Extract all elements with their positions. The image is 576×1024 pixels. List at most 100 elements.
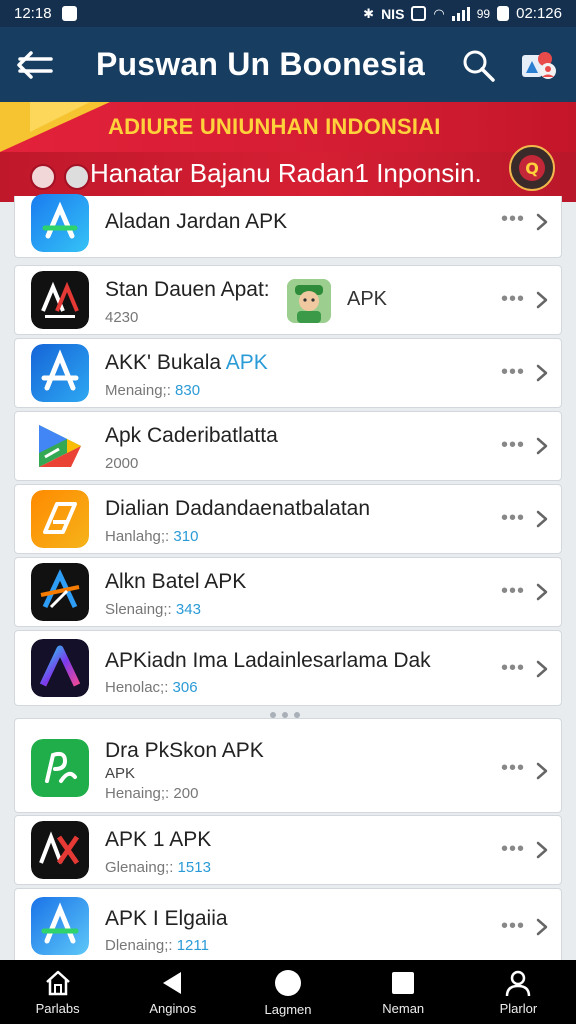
- mascot-icon: [287, 279, 331, 323]
- list-item[interactable]: Aladan Jardan APK •••: [14, 194, 562, 258]
- signal-icon: [451, 6, 470, 21]
- app-store-icon: [31, 194, 89, 252]
- app-name: Dra PkSkon APK: [105, 739, 264, 762]
- app-name: Stan Dauen Apat:: [105, 278, 270, 301]
- more-options-icon[interactable]: •••: [501, 580, 525, 603]
- app-meta-label: Hanlahg;:: [105, 528, 174, 545]
- banner-title: ADIURE UNIUNHAN INDONSIAI: [108, 114, 441, 139]
- chevron-right-icon: [536, 510, 548, 528]
- more-options-icon[interactable]: •••: [501, 757, 525, 780]
- app-name: APK 1 APK: [105, 828, 212, 851]
- app-meta-label: Dlenaing;:: [105, 937, 177, 954]
- nav-item-profile[interactable]: Plarlor: [461, 960, 576, 1024]
- chevron-right-icon: [536, 841, 548, 859]
- app-sub: APK: [105, 765, 136, 782]
- chevron-right-icon: [536, 291, 548, 309]
- more-options-icon[interactable]: •••: [501, 434, 525, 457]
- app-name: APK I Elgaiia: [105, 907, 228, 930]
- app-bar: Puswan Un Boonesia: [0, 27, 576, 102]
- list-item[interactable]: APK I Elgaiia Dlenaing;: 1211 •••: [14, 888, 562, 964]
- more-options-icon[interactable]: •••: [501, 657, 525, 680]
- more-options-icon[interactable]: •••: [501, 507, 525, 530]
- chevron-right-icon: [536, 364, 548, 382]
- app-meta-value: 306: [172, 679, 198, 696]
- banner-badge-icon: [64, 164, 90, 190]
- nav-item-home[interactable]: Parlabs: [0, 960, 115, 1024]
- more-options-icon[interactable]: •••: [501, 915, 525, 938]
- nav-label: Anginos: [149, 1000, 197, 1016]
- search-icon: [463, 50, 495, 82]
- chevron-right-icon: [536, 213, 548, 231]
- page-title: Puswan Un Boonesia: [96, 46, 425, 82]
- app-meta-label: Henolac;:: [105, 679, 173, 696]
- person-icon: [506, 970, 531, 996]
- profile-avatar-icon: [522, 52, 556, 79]
- app-logo-icon: [31, 639, 89, 697]
- app-meta: Slenaing;: 343: [105, 601, 201, 618]
- nav-item-back[interactable]: Anginos: [115, 960, 230, 1024]
- status-clock-right: 02:126: [516, 5, 562, 22]
- carrier-label: NIS: [381, 5, 405, 22]
- bluetooth-icon: ✱: [363, 6, 375, 21]
- nav-label: Lagmen: [264, 1001, 312, 1017]
- more-options-icon[interactable]: •••: [501, 838, 525, 861]
- app-meta: Henolac;: 306: [105, 679, 198, 696]
- play-store-icon: [31, 417, 89, 475]
- app-name: Dialian Dadandaenatbalatan: [105, 497, 371, 520]
- app-meta-label: 2000: [105, 455, 139, 472]
- battery-icon: [497, 6, 510, 21]
- app-logo-icon: [31, 271, 89, 329]
- list-item[interactable]: AKK' Bukala APK Menaing;: 830 •••: [14, 338, 562, 408]
- app-meta: Dlenaing;: 1211: [105, 937, 209, 954]
- app-meta: Glenaing;: 1513: [105, 859, 211, 876]
- nav-item-center[interactable]: Lagmen: [230, 960, 345, 1024]
- search-button[interactable]: [460, 47, 498, 85]
- battery-percent: 99: [476, 6, 491, 21]
- app-store-icon: [31, 897, 89, 955]
- app-meta-value: 1513: [177, 859, 211, 876]
- back-arrow-icon: [17, 50, 53, 79]
- list-item[interactable]: Stan Dauen Apat: 4230 APK •••: [14, 265, 562, 335]
- more-options-icon[interactable]: •••: [501, 288, 525, 311]
- app-meta: Hanlahg;: 310: [105, 528, 198, 545]
- list-item[interactable]: Alkn Batel APK Slenaing;: 343 •••: [14, 557, 562, 627]
- app-meta-label: Menaing;:: [105, 382, 176, 399]
- nav-item-recents[interactable]: Neman: [346, 960, 461, 1024]
- app-meta-value: 1211: [176, 937, 209, 954]
- profile-button[interactable]: [516, 43, 560, 87]
- nav-label: Neman: [382, 1000, 425, 1016]
- more-options-icon[interactable]: •••: [501, 361, 525, 384]
- chevron-right-icon: [536, 918, 548, 936]
- app-name: Apk Caderibatlatta: [105, 424, 278, 447]
- app-meta-value: 343: [175, 601, 201, 618]
- app-meta-label: Henaing;:: [105, 785, 174, 802]
- banner-subtitle: Hanatar Bajanu Radan1 Inponsin.: [90, 158, 482, 188]
- circle-home-icon: [275, 969, 301, 996]
- emblem-icon: Q: [509, 145, 555, 191]
- list-item[interactable]: APK 1 APK Glenaing;: 1513 •••: [14, 815, 562, 885]
- banner-badge-icon: [30, 164, 56, 190]
- nav-label: Parlabs: [35, 1000, 80, 1016]
- list-item[interactable]: Dra PkSkon APK APK Henaing;: 200 •••: [14, 718, 562, 813]
- app-name: AKK' Bukala APK: [105, 351, 268, 375]
- app-meta-label: 4230: [105, 309, 139, 326]
- square-recents-icon: [392, 971, 415, 994]
- promo-banner[interactable]: ADIURE UNIUNHAN INDONSIAI Hanatar Bajanu…: [0, 102, 576, 202]
- chevron-right-icon: [536, 660, 548, 678]
- sim-icon: [411, 6, 427, 21]
- chevron-right-icon: [536, 583, 548, 601]
- banner-decoration-highlight: [30, 102, 90, 132]
- app-store-icon: [31, 344, 89, 402]
- list-item[interactable]: Dialian Dadandaenatbalatan Hanlahg;: 310…: [14, 484, 562, 554]
- app-name: Alkn Batel APK: [105, 570, 247, 593]
- list-item[interactable]: APKiadn Ima Ladainlesarlama Dak Henolac;…: [14, 630, 562, 706]
- back-button[interactable]: [0, 27, 70, 102]
- more-options-icon[interactable]: •••: [501, 208, 525, 231]
- back-triangle-icon: [162, 971, 181, 994]
- app-meta-label: Glenaing;:: [105, 859, 178, 876]
- app-meta-value: 200: [173, 785, 199, 802]
- list-item[interactable]: Apk Caderibatlatta 2000 •••: [14, 411, 562, 481]
- app-meta: Menaing;: 830: [105, 382, 200, 399]
- app-name: Aladan Jardan APK: [105, 210, 288, 233]
- app-logo-icon: [31, 490, 89, 548]
